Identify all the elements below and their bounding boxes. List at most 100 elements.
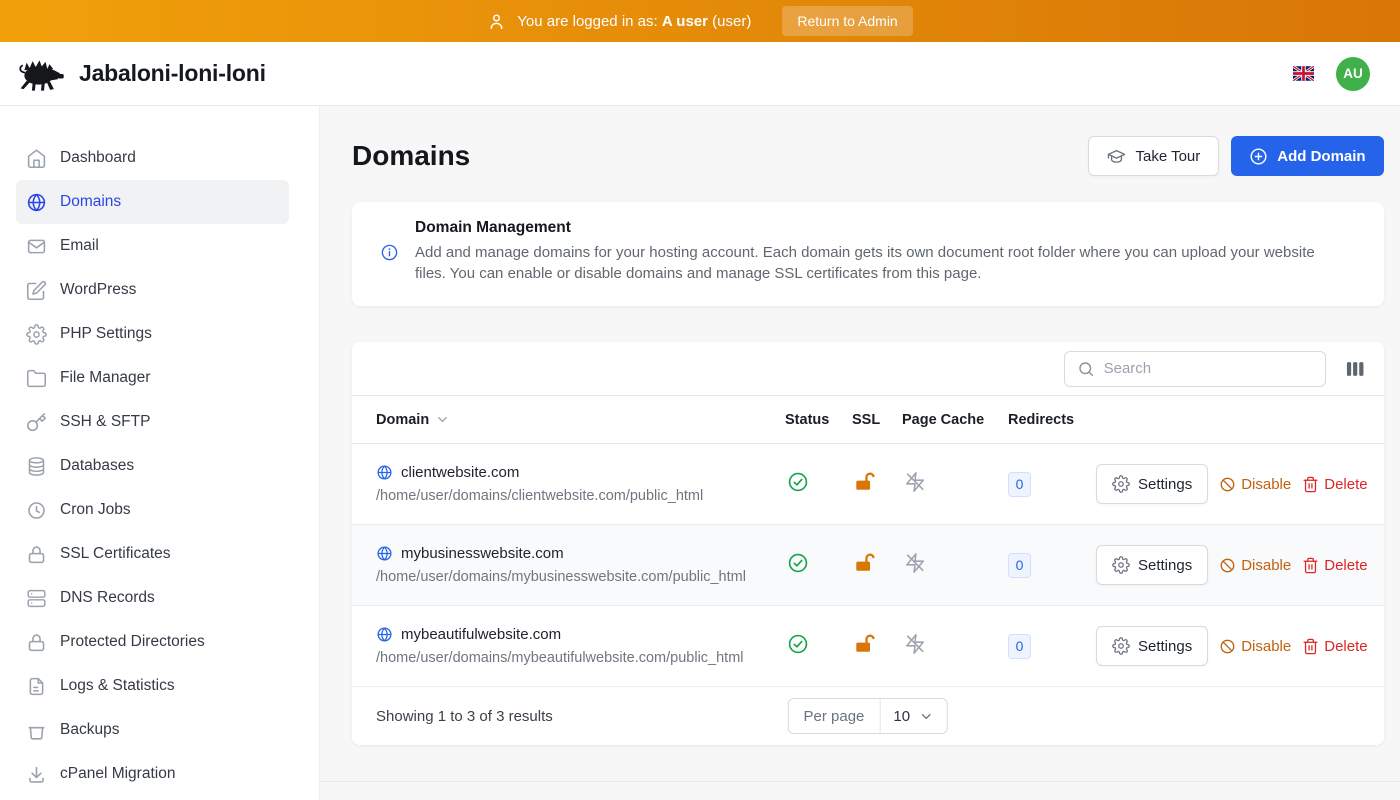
sidebar-item-label: Dashboard [60, 149, 136, 167]
domain-name[interactable]: mybeautifulwebsite.com [401, 626, 561, 643]
column-settings-button[interactable] [1344, 358, 1366, 380]
disable-button[interactable]: Disable [1219, 557, 1291, 574]
redirects-count-badge: 0 [1008, 634, 1031, 659]
language-flag-icon[interactable] [1293, 66, 1314, 81]
sidebar-item-php-settings[interactable]: PHP Settings [16, 312, 289, 356]
table-footer: Showing 1 to 3 of 3 results Per page 10 [352, 687, 1384, 745]
table-row: clientwebsite.com /home/user/domains/cli… [352, 444, 1384, 525]
domain-path: /home/user/domains/mybeautifulwebsite.co… [376, 650, 785, 666]
ssl-unlocked-icon [854, 552, 876, 574]
status-enabled-icon [787, 471, 809, 493]
sidebar-item-label: Cron Jobs [60, 501, 131, 519]
per-page-select[interactable]: Per page 10 [788, 698, 949, 734]
gear-icon [26, 324, 47, 345]
info-card: Domain Management Add and manage domains… [352, 202, 1384, 306]
trash-icon [1302, 638, 1319, 655]
sidebar-item-dashboard[interactable]: Dashboard [16, 136, 289, 180]
column-header-redirects: Redirects [1008, 412, 1096, 428]
globe-icon [376, 626, 393, 643]
sidebar-item-dns-records[interactable]: DNS Records [16, 576, 289, 620]
database-icon [26, 456, 47, 477]
take-tour-button[interactable]: Take Tour [1088, 136, 1219, 176]
info-icon [380, 243, 399, 262]
column-header-page-cache: Page Cache [902, 412, 1008, 428]
page-title: Domains [352, 140, 470, 172]
key-icon [26, 412, 47, 433]
sidebar-item-cron-jobs[interactable]: Cron Jobs [16, 488, 289, 532]
globe-icon [26, 192, 47, 213]
table-row: mybeautifulwebsite.com /home/user/domain… [352, 606, 1384, 687]
sidebar-item-file-manager[interactable]: File Manager [16, 356, 289, 400]
sidebar-item-ssl-certificates[interactable]: SSL Certificates [16, 532, 289, 576]
sidebar-item-logs-statistics[interactable]: Logs & Statistics [16, 664, 289, 708]
sidebar-item-domains[interactable]: Domains [16, 180, 289, 224]
search-input[interactable] [1104, 360, 1313, 377]
globe-icon [376, 464, 393, 481]
column-header-ssl: SSL [852, 412, 902, 428]
per-page-label: Per page [789, 699, 881, 733]
settings-button[interactable]: Settings [1096, 626, 1208, 666]
brand-link[interactable]: Jabaloni-loni-loni [16, 56, 266, 92]
sidebar-item-wordpress[interactable]: WordPress [16, 268, 289, 312]
sidebar-item-label: Email [60, 237, 99, 255]
trash-icon [1302, 557, 1319, 574]
disable-button[interactable]: Disable [1219, 476, 1291, 493]
ssl-unlocked-icon [854, 471, 876, 493]
sidebar-item-protected-directories[interactable]: Protected Directories [16, 620, 289, 664]
return-to-admin-button[interactable]: Return to Admin [782, 6, 912, 36]
settings-button[interactable]: Settings [1096, 545, 1208, 585]
sidebar-item-email[interactable]: Email [16, 224, 289, 268]
brand-title: Jabaloni-loni-loni [79, 60, 266, 87]
gear-icon [1112, 556, 1130, 574]
file-text-icon [26, 676, 47, 697]
sidebar-item-label: Backups [60, 721, 119, 739]
disable-button[interactable]: Disable [1219, 638, 1291, 655]
avatar[interactable]: AU [1336, 57, 1370, 91]
sidebar-item-databases[interactable]: Databases [16, 444, 289, 488]
delete-button[interactable]: Delete [1302, 476, 1367, 493]
sidebar: Dashboard Domains Email WordPress PHP Se… [0, 106, 320, 800]
sidebar-item-label: cPanel Migration [60, 765, 175, 783]
banner-user-name: A user [662, 13, 708, 30]
main-content: Domains Take Tour Add Domain Domain Mana… [320, 106, 1400, 800]
sidebar-item-label: Domains [60, 193, 121, 211]
sidebar-item-label: SSH & SFTP [60, 413, 150, 431]
sidebar-item-ssh-sftp[interactable]: SSH & SFTP [16, 400, 289, 444]
sidebar-item-backups[interactable]: Backups [16, 708, 289, 752]
info-card-title: Domain Management [415, 219, 1325, 237]
clock-icon [26, 500, 47, 521]
gear-icon [1112, 475, 1130, 493]
domain-name[interactable]: mybusinesswebsite.com [401, 545, 564, 562]
banner-message: You are logged in as: A user (user) [517, 13, 751, 30]
table-toolbar [352, 342, 1384, 396]
add-domain-button[interactable]: Add Domain [1231, 136, 1383, 176]
mail-icon [26, 236, 47, 257]
info-card-body: Add and manage domains for your hosting … [415, 243, 1325, 284]
search-icon [1077, 360, 1095, 378]
per-page-value: 10 [893, 708, 910, 725]
search-box [1064, 351, 1326, 387]
domain-name[interactable]: clientwebsite.com [401, 464, 519, 481]
chevron-down-icon [919, 709, 934, 724]
table-row: mybusinesswebsite.com /home/user/domains… [352, 525, 1384, 606]
sidebar-item-label: WordPress [60, 281, 136, 299]
sidebar-item-label: File Manager [60, 369, 150, 387]
footer-divider [320, 781, 1400, 782]
page-cache-off-icon [904, 471, 926, 493]
slash-circle-icon [1219, 638, 1236, 655]
column-header-domain[interactable]: Domain [376, 412, 785, 428]
home-icon [26, 148, 47, 169]
sidebar-item-cpanel-migration[interactable]: cPanel Migration [16, 752, 289, 796]
globe-icon [376, 545, 393, 562]
download-icon [26, 764, 47, 785]
delete-button[interactable]: Delete [1302, 557, 1367, 574]
banner-user-role: (user) [712, 13, 751, 30]
page-cache-off-icon [904, 633, 926, 655]
boar-logo-icon [16, 56, 66, 92]
delete-button[interactable]: Delete [1302, 638, 1367, 655]
sidebar-item-label: SSL Certificates [60, 545, 171, 563]
user-icon [487, 12, 506, 31]
settings-button[interactable]: Settings [1096, 464, 1208, 504]
lock-icon [26, 632, 47, 653]
graduation-cap-icon [1107, 147, 1126, 166]
